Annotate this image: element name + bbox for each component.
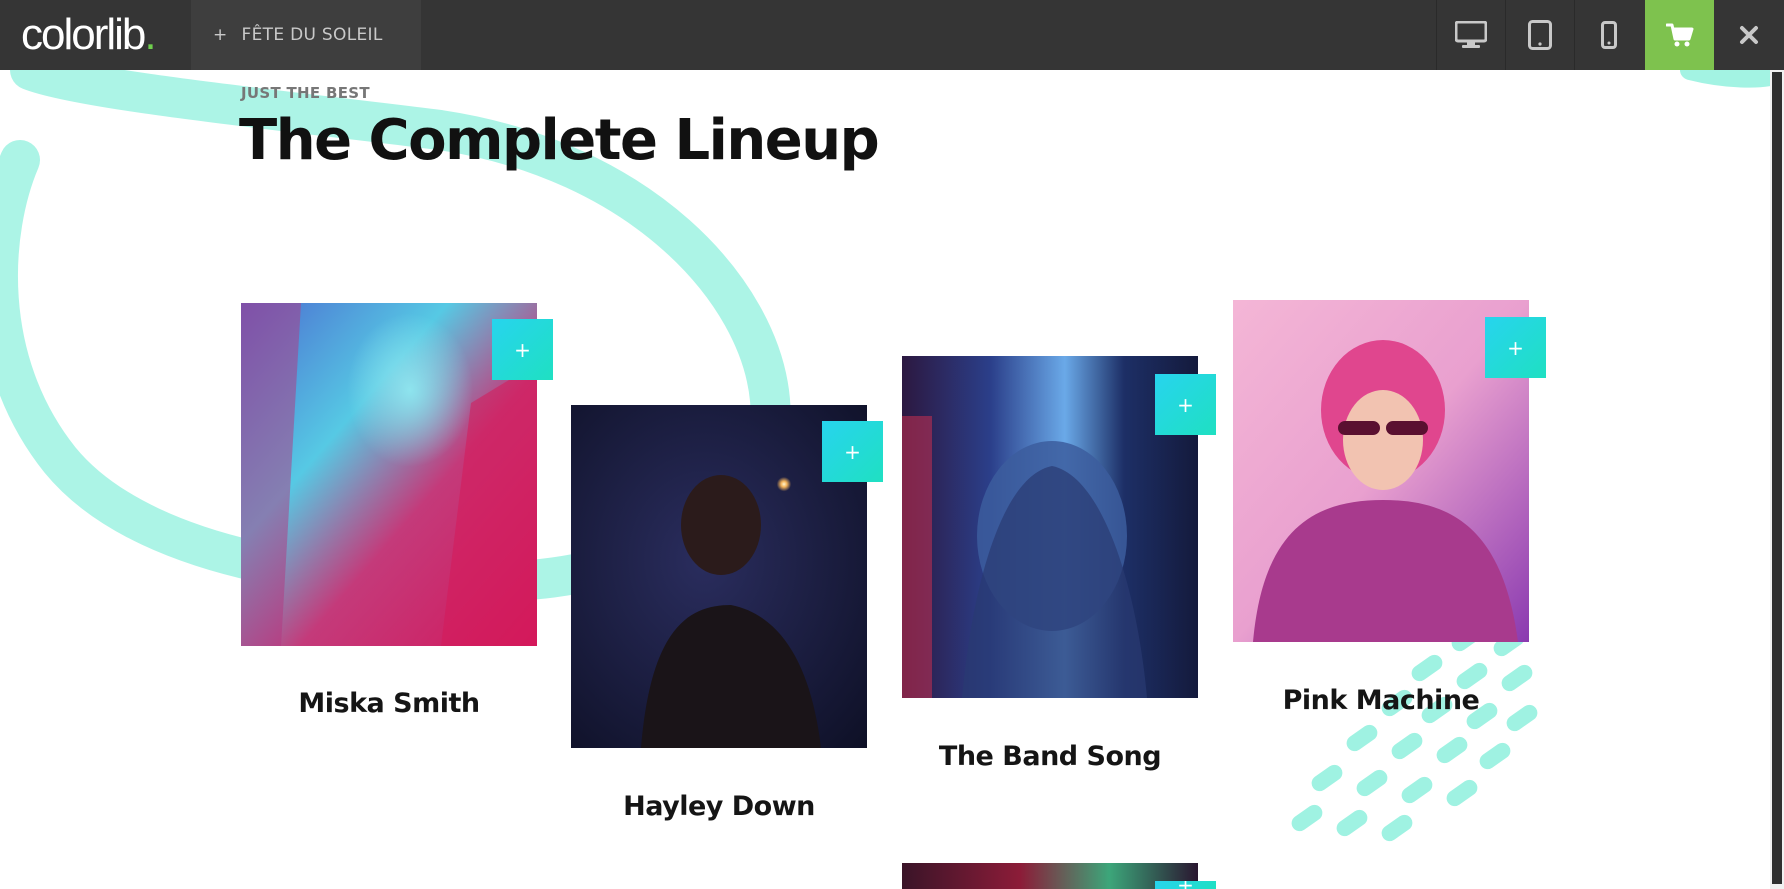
add-artist-button[interactable]: + [822,421,883,482]
plus-icon: + [213,25,228,45]
cart-icon [1665,23,1693,47]
add-artist-button[interactable]: + [1155,881,1216,889]
add-artist-button[interactable]: + [1155,374,1216,435]
cart-button[interactable] [1645,0,1714,70]
section-title: The Complete Lineup [239,108,880,173]
add-artist-button[interactable]: + [1485,317,1546,378]
artist-name[interactable]: Pink Machine [1233,685,1529,716]
tablet-view-button[interactable] [1505,0,1574,70]
theme-tab-label: FÊTE DU SOLEIL [241,25,383,45]
artist-name[interactable]: Miska Smith [241,688,537,719]
desktop-icon [1455,21,1487,48]
mobile-view-button[interactable] [1574,0,1643,70]
artist-photo[interactable] [902,863,1198,889]
logo-dot: . [144,10,156,59]
add-artist-button[interactable]: + [492,319,553,380]
scrollbar-thumb[interactable] [1772,72,1782,884]
artist-name[interactable]: Hayley Down [571,791,867,822]
logo-text: colorlib [21,10,146,59]
colorlib-logo[interactable]: colorlib. [21,10,157,60]
close-button[interactable] [1714,0,1784,70]
tablet-icon [1528,20,1552,50]
preview-page: JUST THE BEST The Complete Lineup + Misk… [0,70,1770,889]
section-eyebrow: JUST THE BEST [241,84,370,102]
artist-photo[interactable] [902,356,1198,698]
desktop-view-button[interactable] [1436,0,1505,70]
theme-tab[interactable]: + FÊTE DU SOLEIL [191,0,421,70]
close-icon [1740,26,1758,44]
mobile-icon [1601,21,1617,49]
artist-name[interactable]: The Band Song [902,741,1198,772]
top-bar: colorlib. + FÊTE DU SOLEIL [0,0,1784,70]
